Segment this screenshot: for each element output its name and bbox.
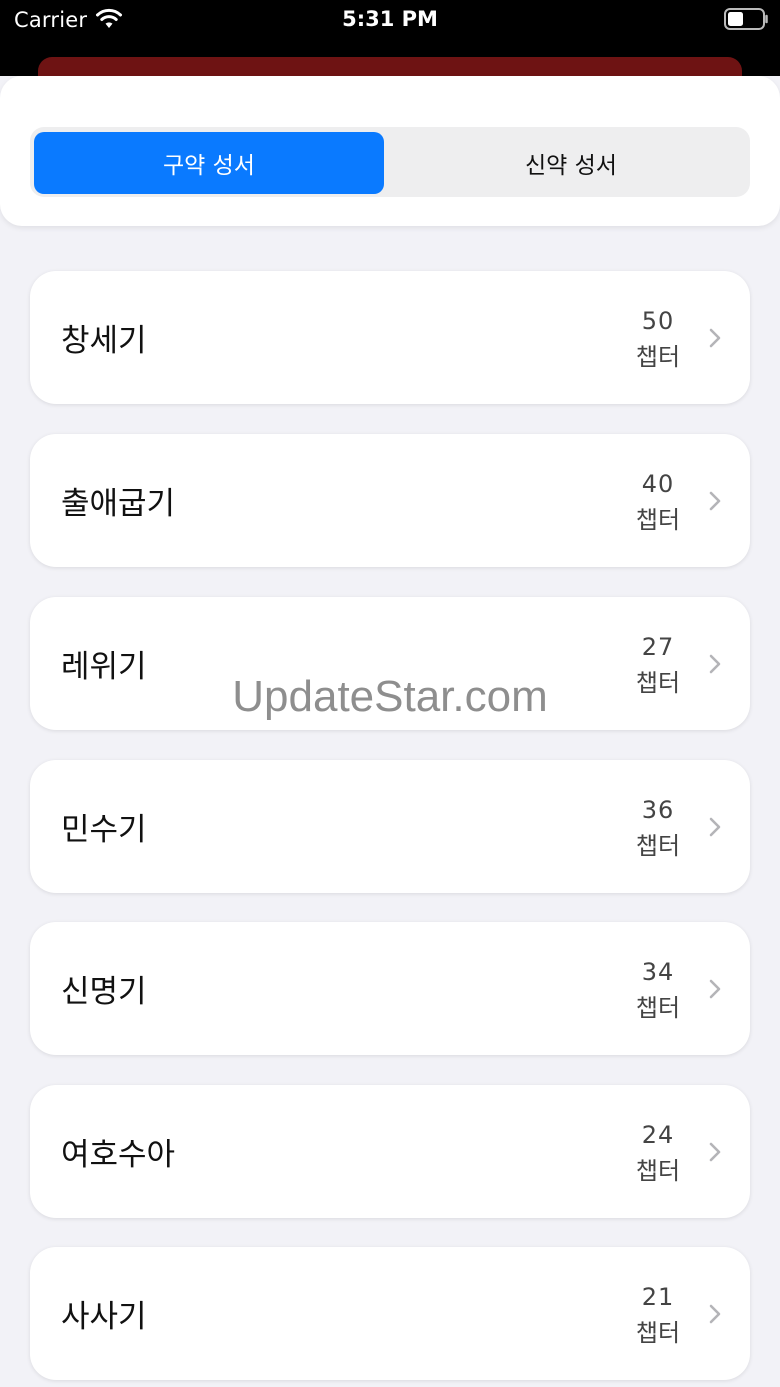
chevron-right-icon <box>709 328 721 348</box>
chapter-count: 50 챕터 <box>626 303 690 375</box>
chevron-right-icon <box>709 654 721 674</box>
chapter-count: 40 챕터 <box>626 466 690 538</box>
chapter-count-number: 50 <box>641 307 675 335</box>
segment-new-testament[interactable]: 신약 성서 <box>396 132 746 194</box>
chapter-count: 36 챕터 <box>626 792 690 864</box>
chapter-count-unit: 챕터 <box>635 669 681 697</box>
chapter-count-number: 40 <box>641 470 675 498</box>
chapter-count-number: 27 <box>641 633 675 661</box>
chapter-count-number: 24 <box>641 1121 675 1149</box>
chapter-count: 21 챕터 <box>626 1279 690 1351</box>
status-time: 5:31 PM <box>342 7 438 31</box>
book-row[interactable]: 신명기 34 챕터 <box>30 922 750 1055</box>
testament-segmented-control: 구약 성서 신약 성서 <box>30 127 750 197</box>
chapter-count-number: 21 <box>641 1283 675 1311</box>
book-row[interactable]: 창세기 50 챕터 <box>30 271 750 404</box>
book-row[interactable]: 여호수아 24 챕터 <box>30 1085 750 1218</box>
chapter-count-number: 34 <box>641 958 675 986</box>
chapter-count-unit: 챕터 <box>635 343 681 371</box>
book-name: 출애굽기 <box>61 486 176 522</box>
testament-panel: 구약 성서 신약 성서 <box>0 76 780 226</box>
book-name: 여호수아 <box>61 1137 176 1173</box>
chapter-count-unit: 챕터 <box>635 1157 681 1185</box>
book-name: 신명기 <box>61 974 147 1010</box>
chevron-right-icon <box>709 817 721 837</box>
book-row[interactable]: 레위기 27 챕터 <box>30 597 750 730</box>
chapter-count: 24 챕터 <box>626 1117 690 1189</box>
chevron-right-icon <box>709 1304 721 1324</box>
segment-old-testament[interactable]: 구약 성서 <box>34 132 384 194</box>
chapter-count-unit: 챕터 <box>635 1319 681 1347</box>
chapter-count: 34 챕터 <box>626 954 690 1026</box>
book-row[interactable]: 민수기 36 챕터 <box>30 760 750 893</box>
chapter-count-unit: 챕터 <box>635 506 681 534</box>
chevron-right-icon <box>709 1142 721 1162</box>
chevron-right-icon <box>709 491 721 511</box>
battery-icon <box>724 8 768 30</box>
book-name: 민수기 <box>61 812 147 848</box>
book-row[interactable]: 출애굽기 40 챕터 <box>30 434 750 567</box>
book-name: 레위기 <box>61 649 147 685</box>
book-name: 창세기 <box>61 323 147 359</box>
chapter-count-number: 36 <box>641 796 675 824</box>
chapter-count-unit: 챕터 <box>635 832 681 860</box>
chapter-count-unit: 챕터 <box>635 994 681 1022</box>
book-row[interactable]: 사사기 21 챕터 <box>30 1247 750 1380</box>
chevron-right-icon <box>709 979 721 999</box>
book-name: 사사기 <box>61 1299 147 1335</box>
chapter-count: 27 챕터 <box>626 629 690 701</box>
